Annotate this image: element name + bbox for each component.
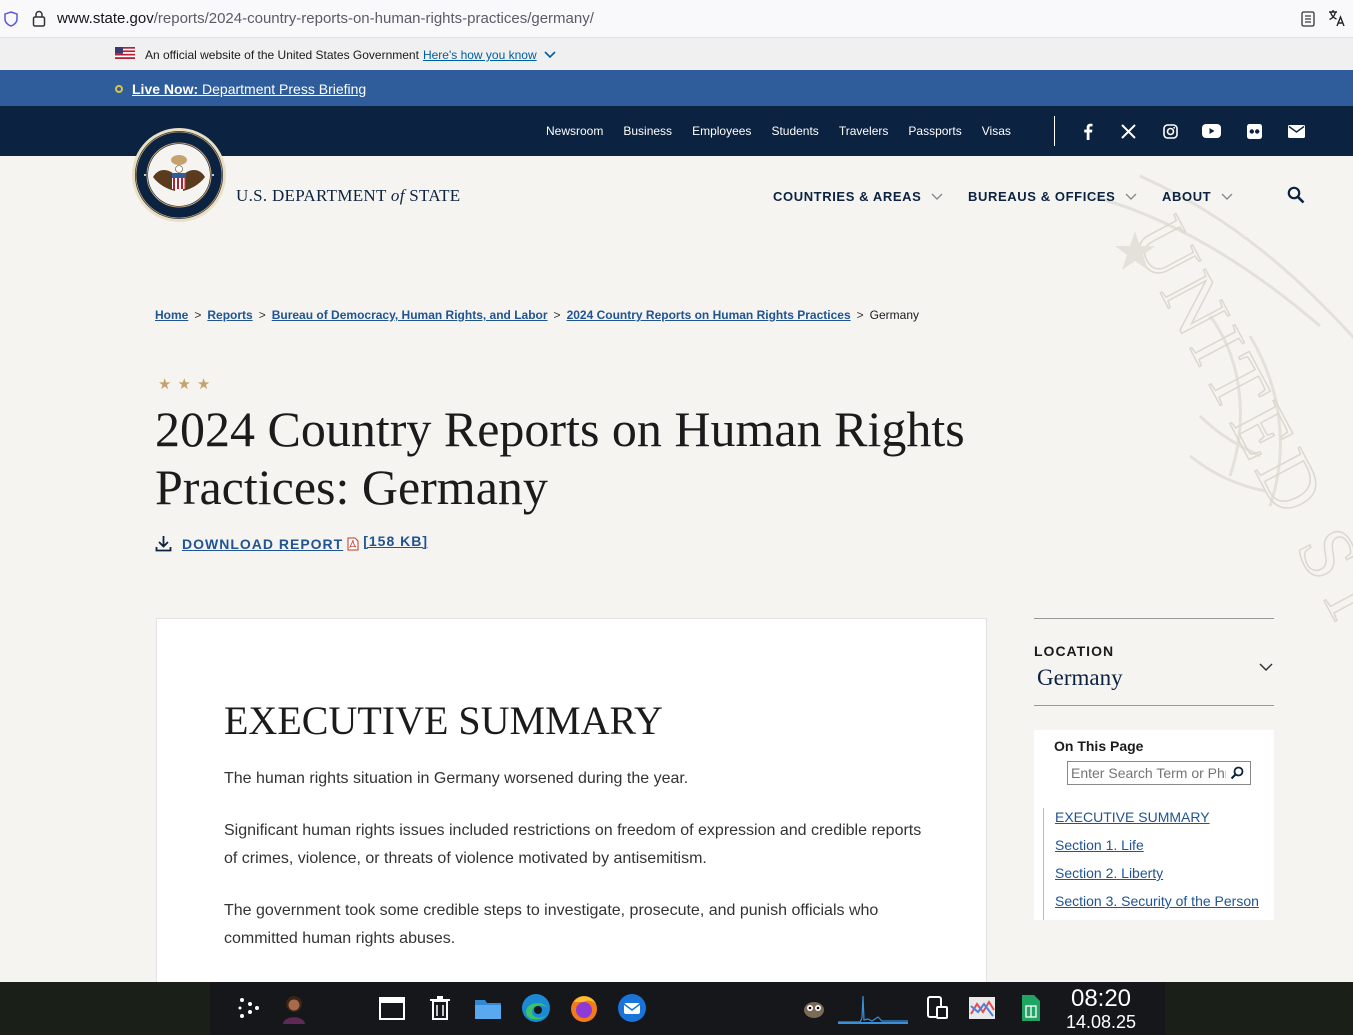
on-this-page-heading: On This Page [1054,738,1144,754]
youtube-icon[interactable] [1201,121,1221,141]
facebook-icon[interactable] [1078,121,1098,141]
department-seal-logo[interactable] [131,127,227,223]
nav-travelers[interactable]: Travelers [839,124,889,138]
heres-how-you-know-link[interactable]: Here's how you know [423,48,537,62]
search-icon[interactable] [1287,186,1305,204]
toc-executive-summary[interactable]: EXECUTIVE SUMMARY [1055,808,1259,836]
official-gov-banner: An official website of the United States… [0,38,1353,70]
toc-section-3[interactable]: Section 3. Security of the Person [1055,892,1259,920]
page-search-input[interactable] [1068,762,1226,784]
breadcrumb: Home > Reports > Bureau of Democracy, Hu… [155,308,920,322]
file-manager-icon[interactable] [376,992,408,1024]
breadcrumb-reports[interactable]: Reports [207,308,252,322]
nav-newsroom[interactable]: Newsroom [546,124,603,138]
breadcrumb-home[interactable]: Home [155,308,188,322]
system-clock[interactable]: 08:20 14.08.25 [1062,985,1140,1033]
search-icon[interactable] [1230,766,1244,780]
trash-icon[interactable] [424,992,456,1024]
live-indicator-icon [115,85,123,93]
paragraph: The human rights situation in Germany wo… [224,770,689,787]
download-icon [155,536,172,552]
live-now-bar: Live Now: Department Press Briefing [0,70,1353,106]
nav-bureaus-offices[interactable]: BUREAUS & OFFICES [968,189,1137,204]
clock-time: 08:20 [1070,985,1132,1012]
screenshot-tool-icon[interactable] [966,992,998,1024]
location-label: LOCATION [1034,643,1115,659]
nav-divider [1054,116,1055,146]
download-report-link[interactable]: DOWNLOAD REPORT [158 KB] [155,533,428,552]
nav-students[interactable]: Students [771,124,818,138]
location-value[interactable]: Germany [1037,665,1123,691]
spreadsheet-icon[interactable] [1014,992,1046,1024]
nav-employees[interactable]: Employees [692,124,751,138]
system-monitor-graph[interactable] [838,992,908,1024]
on-this-page-list: EXECUTIVE SUMMARY Section 1. Life Sectio… [1043,808,1259,920]
pdf-icon [347,537,359,550]
taskbar [210,982,1165,1035]
official-text: An official website of the United States… [145,48,419,62]
reader-view-icon[interactable] [1301,11,1315,27]
gimp-icon[interactable] [798,992,830,1024]
live-briefing-link[interactable]: Live Now: Department Press Briefing [132,81,366,97]
chevron-down-icon[interactable] [1259,663,1273,672]
chevron-down-icon [931,193,943,200]
toc-section-1[interactable]: Section 1. Life [1055,836,1259,864]
chevron-down-icon [1125,193,1137,200]
breadcrumb-report-series[interactable]: 2024 Country Reports on Human Rights Pra… [567,308,851,322]
paragraph: Significant human rights issues included… [224,822,922,867]
translate-icon[interactable] [1328,9,1346,27]
nav-countries-areas[interactable]: COUNTRIES & AREAS [773,189,943,204]
download-label[interactable]: DOWNLOAD REPORT [182,536,343,552]
folder-icon[interactable] [472,992,504,1024]
nav-visas[interactable]: Visas [982,124,1011,138]
flickr-icon[interactable] [1244,121,1264,141]
department-wordmark[interactable]: U.S. DEPARTMENT of STATE [236,186,460,206]
chevron-down-icon [1221,193,1233,200]
lock-icon[interactable] [32,10,46,27]
user-avatar-icon[interactable] [278,992,310,1024]
on-this-page-panel: On This Page EXECUTIVE SUMMARY Section 1… [1034,730,1274,920]
report-content-card: EXECUTIVE SUMMARY The human rights situa… [156,618,987,988]
us-flag-icon [115,47,135,59]
page-search-box[interactable] [1067,761,1251,785]
toc-section-2[interactable]: Section 2. Liberty [1055,864,1259,892]
firefox-icon[interactable] [568,992,600,1024]
star-divider: ★★★ [158,376,217,393]
browser-url-bar[interactable]: www.state.gov/reports/2024-country-repor… [0,0,1353,38]
device-connect-icon[interactable] [920,992,952,1024]
thunderbird-icon[interactable] [616,992,648,1024]
clock-date: 14.08.25 [1065,1012,1137,1032]
eagle-watermark-icon: UNITED STA [1089,174,1353,626]
nav-business[interactable]: Business [623,124,672,138]
edge-browser-icon[interactable] [520,992,552,1024]
svg-text:UNITED STA: UNITED STA [1115,203,1353,626]
location-selector[interactable]: LOCATION Germany [1034,618,1274,706]
download-size[interactable]: [158 KB] [363,533,428,549]
breadcrumb-bureau[interactable]: Bureau of Democracy, Human Rights, and L… [272,308,548,322]
nav-about[interactable]: ABOUT [1162,189,1233,204]
x-icon[interactable] [1118,121,1138,141]
section-heading: EXECUTIVE SUMMARY [224,698,663,743]
app-launcher-icon[interactable] [232,992,264,1024]
tracking-shield-icon[interactable] [4,11,18,27]
breadcrumb-current: Germany [869,308,920,322]
url-text[interactable]: www.state.gov/reports/2024-country-repor… [57,10,594,27]
chevron-down-icon[interactable] [544,51,556,59]
instagram-icon[interactable] [1160,121,1180,141]
nav-passports[interactable]: Passports [908,124,961,138]
page-title: 2024 Country Reports on Human Rights Pra… [155,401,965,515]
email-icon[interactable] [1286,121,1306,141]
paragraph: The government took some credible steps … [224,902,879,947]
